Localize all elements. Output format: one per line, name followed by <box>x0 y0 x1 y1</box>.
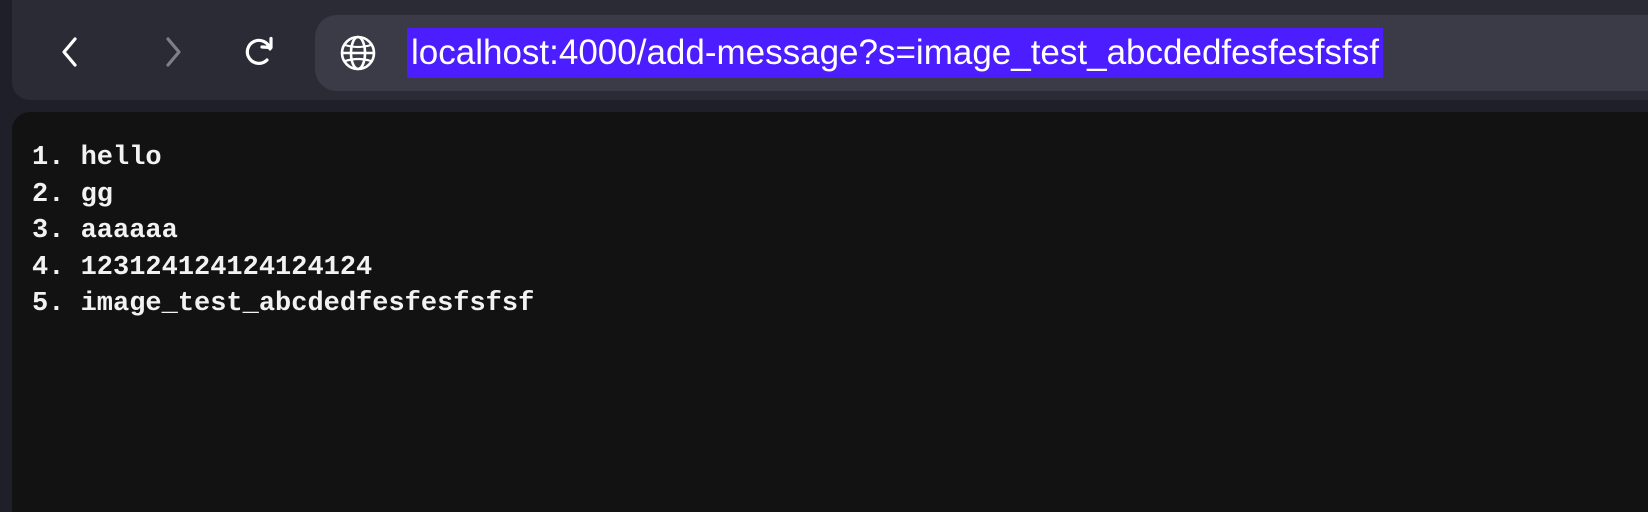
page-content: 1. hello 2. gg 3. aaaaaa 4. 123124124124… <box>12 112 1648 512</box>
chevron-right-icon <box>166 37 181 67</box>
message-list: 1. hello 2. gg 3. aaaaaa 4. 123124124124… <box>32 140 534 323</box>
browser-window: localhost:4000/add-message?s=image_test_… <box>0 0 1648 512</box>
message-item: 2. gg <box>32 179 114 210</box>
browser-toolbar: localhost:4000/add-message?s=image_test_… <box>12 0 1648 100</box>
globe-icon <box>340 35 376 71</box>
message-item: 4. 12312412412412412­4 <box>32 252 373 283</box>
back-button[interactable] <box>48 30 92 74</box>
reload-button[interactable] <box>237 30 281 74</box>
address-bar[interactable]: localhost:4000/add-message?s=image_test_… <box>315 15 1648 91</box>
reload-icon <box>245 36 273 65</box>
message-item: 3. aaaaaa <box>32 216 178 246</box>
chevron-left-icon <box>62 37 77 67</box>
forward-button[interactable] <box>151 30 195 74</box>
url-text[interactable]: localhost:4000/add-message?s=image_test_… <box>407 28 1383 78</box>
message-item: 5. image_test_abcdedfesfesfsfsf <box>32 289 535 319</box>
message-item: 1. hello <box>32 143 162 173</box>
